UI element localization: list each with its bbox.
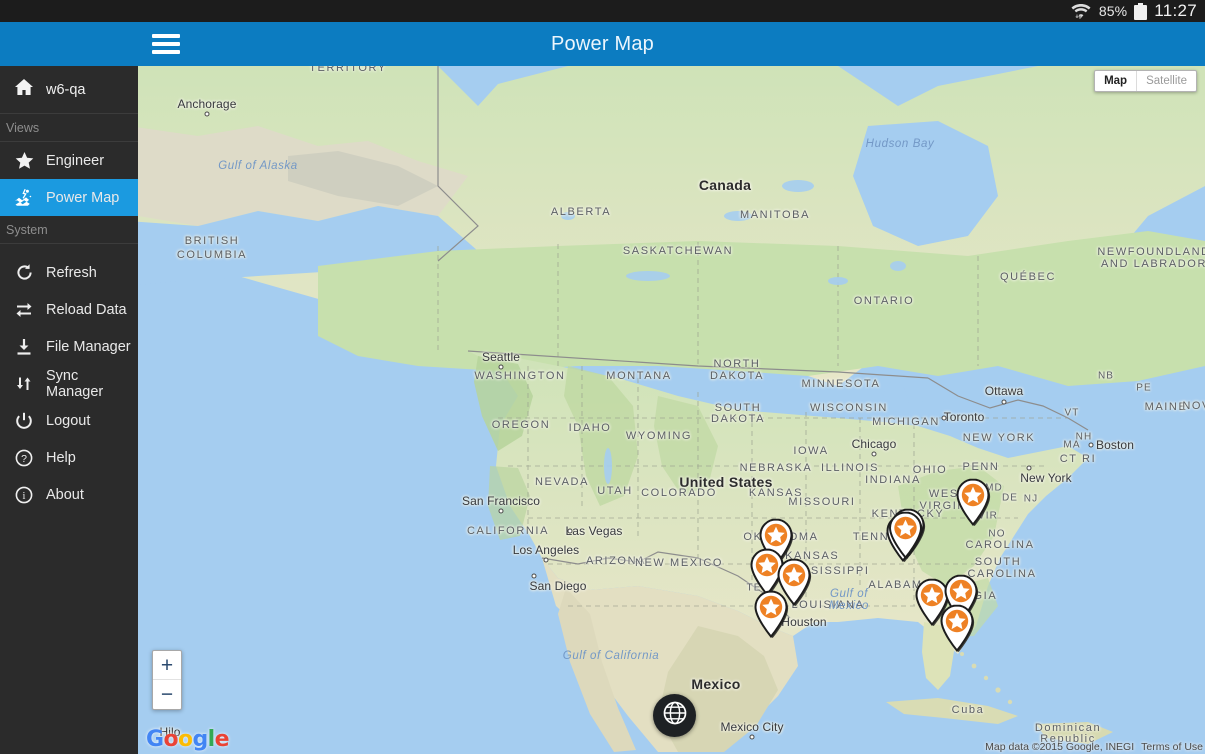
zoom-in-button[interactable]: +	[153, 651, 181, 680]
city-dot	[871, 451, 877, 457]
city-dot	[941, 415, 947, 421]
map-type-toggle[interactable]: Map Satellite	[1094, 70, 1197, 92]
google-logo-o2: o	[177, 727, 193, 752]
sidebar-item-label: Refresh	[46, 264, 97, 281]
help-icon: ?	[14, 448, 34, 468]
sidebar-item-label: About	[46, 486, 84, 503]
home-label: w6-qa	[46, 81, 86, 98]
sidebar-item-label: Engineer	[46, 152, 105, 169]
sidebar-item-label: Power Map	[46, 189, 120, 206]
battery-percent-label: 85%	[1098, 3, 1128, 19]
map-attribution: Map data ©2015 Google, INEGI Terms of Us…	[985, 741, 1203, 753]
city-dot	[498, 508, 504, 514]
sidebar-item-logout[interactable]: Logout	[0, 402, 138, 439]
marker-virginia[interactable]	[954, 478, 992, 526]
sidebar-section-views: Views	[0, 114, 138, 142]
reload-data-icon	[14, 300, 34, 320]
globe-recenter-button[interactable]	[653, 694, 696, 737]
sidebar-item-reload-data[interactable]: Reload Data	[0, 291, 138, 328]
map-type-satellite-button[interactable]: Satellite	[1136, 71, 1196, 91]
wifi-icon	[1070, 2, 1092, 20]
sidebar-item-home[interactable]: w6-qa	[0, 66, 138, 114]
info-icon: i	[14, 485, 34, 505]
sync-manager-icon	[14, 374, 34, 394]
google-logo-l: l	[207, 727, 216, 752]
svg-text:i: i	[23, 491, 26, 502]
file-manager-icon	[14, 337, 34, 357]
sidebar-item-sync-manager[interactable]: Sync Manager	[0, 365, 138, 402]
marker-pin-icon	[954, 478, 992, 526]
power-icon	[14, 411, 34, 431]
marker-pin-icon	[938, 604, 976, 652]
home-icon	[14, 78, 34, 101]
sidebar-item-file-manager[interactable]: File Manager	[0, 328, 138, 365]
battery-icon	[1134, 2, 1148, 20]
sidebar-section-system: System	[0, 216, 138, 244]
refresh-icon	[14, 263, 34, 283]
sidebar-item-refresh[interactable]: Refresh	[0, 254, 138, 291]
marker-pin-icon	[752, 590, 790, 638]
page-title: Power Map	[551, 32, 654, 55]
marker-florida-s[interactable]	[938, 604, 976, 652]
map-data-credit: Map data ©2015 Google, INEGI	[985, 741, 1135, 753]
sidebar-item-label: Logout	[46, 412, 91, 429]
google-logo-g2: g	[192, 727, 209, 752]
marker-carolina[interactable]	[886, 508, 927, 562]
city-dot	[749, 734, 755, 740]
city-dot	[567, 528, 573, 534]
power-map-icon	[14, 188, 34, 208]
sidebar-item-about[interactable]: i About	[0, 476, 138, 513]
sidebar-item-label: Sync Manager	[46, 367, 104, 400]
sidebar-item-label: File Manager	[46, 338, 131, 355]
city-dot	[498, 364, 504, 370]
star-icon	[14, 151, 34, 171]
terms-of-use-link[interactable]: Terms of Use	[1141, 741, 1203, 753]
map-basemap	[138, 66, 1205, 754]
google-logo-o1: o	[163, 727, 178, 752]
city-dot	[1001, 399, 1007, 405]
google-logo-g1: G	[146, 727, 164, 752]
city-dot	[543, 557, 549, 563]
marker-stack-mid	[887, 511, 925, 559]
globe-icon	[662, 700, 688, 731]
sidebar-item-engineer[interactable]: Engineer	[0, 142, 138, 179]
android-status-bar: 85% 11:27	[0, 0, 1205, 22]
map-type-map-button[interactable]: Map	[1095, 71, 1136, 91]
google-logo-e: e	[214, 727, 230, 752]
app-header-bar: Power Map	[0, 22, 1205, 66]
clock-label: 11:27	[1154, 1, 1197, 20]
city-dot	[1026, 465, 1032, 471]
navigation-sidebar: w6-qa Views Engineer Power Map System Re…	[0, 66, 138, 754]
marker-houston[interactable]	[752, 590, 790, 638]
sidebar-item-label: Help	[46, 449, 76, 466]
svg-text:?: ?	[21, 453, 27, 465]
google-logo: Google	[146, 727, 230, 752]
map-zoom-controls[interactable]: + −	[152, 650, 182, 710]
sidebar-item-help[interactable]: ? Help	[0, 439, 138, 476]
zoom-out-button[interactable]: −	[153, 680, 181, 709]
sidebar-item-label: Reload Data	[46, 301, 127, 318]
google-map-canvas[interactable]: TERRITORY Anchorage Gulf of Alaska Hudson B…	[138, 66, 1205, 754]
city-dot	[531, 573, 537, 579]
sidebar-item-power-map[interactable]: Power Map	[0, 179, 138, 216]
city-dot	[204, 111, 210, 117]
city-dot	[1088, 442, 1094, 448]
